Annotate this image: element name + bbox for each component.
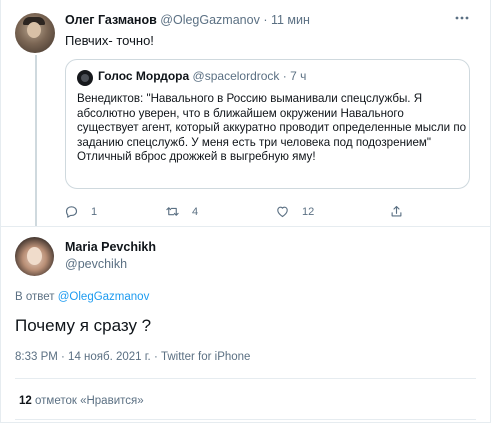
- heart-icon: [277, 206, 288, 218]
- author-handle[interactable]: @OlegGazmanov: [160, 13, 260, 27]
- thread-connector: [35, 55, 37, 227]
- quoted-separator: ·: [282, 69, 287, 83]
- avatar[interactable]: [15, 237, 54, 276]
- quoted-text: Венедиктов: "Навального в Россию выманив…: [77, 92, 467, 164]
- like-button[interactable]: 12: [275, 204, 314, 219]
- reply-icon: [65, 206, 78, 218]
- reply-context: В ответ @OlegGazmanov: [15, 291, 149, 303]
- quoted-time: 7 ч: [290, 69, 307, 83]
- avatar-face: [27, 22, 41, 38]
- likes-label: отметок «Нравится»: [35, 395, 144, 407]
- more-horizontal-icon[interactable]: [454, 10, 470, 29]
- author-name[interactable]: Олег Газманов: [65, 13, 157, 27]
- retweet-icon: [166, 207, 179, 216]
- quoted-header: Голос Мордора @spacelordrock · 7 ч: [98, 69, 306, 83]
- likes-summary[interactable]: 12 отметок «Нравится»: [19, 395, 144, 407]
- divider: [15, 378, 476, 379]
- reply-count: 1: [91, 205, 98, 218]
- avatar[interactable]: [15, 13, 55, 53]
- likes-count: 12: [19, 395, 32, 407]
- avatar-face: [27, 247, 42, 265]
- retweet-button[interactable]: 4: [165, 204, 198, 219]
- tweet-text: Певчих- точно!: [65, 33, 154, 48]
- tweet-text: Почему я сразу ?: [15, 316, 152, 335]
- share-icon: [391, 205, 402, 217]
- reply-button[interactable]: 1: [64, 204, 97, 219]
- like-count: 12: [302, 205, 315, 218]
- retweet-count: 4: [192, 205, 199, 218]
- quoted-avatar[interactable]: [77, 70, 93, 86]
- divider: [15, 419, 476, 420]
- tweet-thread: Олег Газманов @OlegGazmanov · 11 мин Пев…: [0, 0, 491, 423]
- tweet-header: Олег Газманов @OlegGazmanov · 11 мин: [65, 13, 310, 27]
- author-handle[interactable]: @pevchikh: [65, 257, 127, 271]
- tweet-meta[interactable]: 8:33 PM · 14 нояб. 2021 г. · Twitter for…: [15, 351, 250, 363]
- divider: [1, 226, 490, 227]
- quoted-author-name: Голос Мордора: [98, 69, 190, 83]
- reply-to-link[interactable]: @OlegGazmanov: [58, 291, 150, 303]
- quoted-tweet[interactable]: Голос Мордора @spacelordrock · 7 ч Венед…: [65, 59, 470, 189]
- share-button[interactable]: [389, 204, 416, 219]
- reply-prefix: В ответ: [15, 291, 55, 303]
- tweet-time[interactable]: 11 мин: [271, 13, 310, 27]
- author-name[interactable]: Maria Pevchikh: [65, 240, 156, 254]
- header-separator: ·: [263, 13, 268, 27]
- quoted-author-handle: @spacelordrock: [192, 69, 280, 83]
